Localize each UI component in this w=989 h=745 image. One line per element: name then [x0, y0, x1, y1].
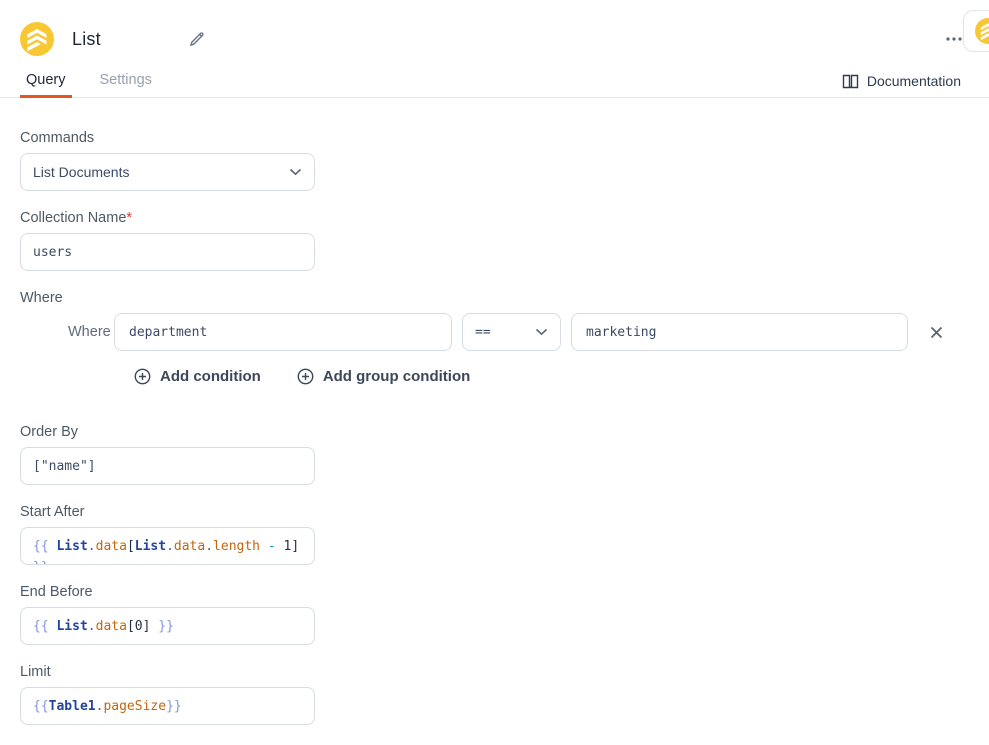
plus-circle-icon — [297, 368, 314, 385]
query-title: List — [72, 29, 101, 50]
edit-name-icon[interactable] — [189, 31, 205, 47]
add-condition-label: Add condition — [160, 368, 261, 385]
where-operator-select[interactable]: == — [462, 313, 561, 351]
datasource-plugin-button[interactable] — [963, 10, 989, 52]
add-group-condition-button[interactable]: Add group condition — [297, 368, 470, 385]
order-by-label: Order By — [20, 425, 969, 440]
delete-condition-icon[interactable] — [926, 322, 947, 343]
end-before-code-input[interactable]: {{ List.data[0] }} — [20, 607, 315, 645]
commands-selected-value: List Documents — [33, 164, 129, 180]
where-row-label: Where — [68, 324, 106, 340]
documentation-link[interactable]: Documentation — [842, 73, 969, 97]
chevron-down-icon — [535, 328, 548, 336]
collection-name-label-text: Collection Name — [20, 210, 126, 226]
collection-name-input[interactable] — [20, 233, 315, 271]
query-header: List — [0, 0, 989, 62]
plus-circle-icon — [134, 368, 151, 385]
tab-settings[interactable]: Settings — [94, 72, 158, 97]
end-before-label: End Before — [20, 585, 969, 600]
start-after-label: Start After — [20, 505, 969, 520]
where-operator-value: == — [475, 325, 491, 340]
documentation-label: Documentation — [867, 73, 961, 89]
chevron-down-icon — [289, 168, 302, 176]
where-field-input[interactable] — [114, 313, 452, 351]
query-form: Commands List Documents Collection Name*… — [0, 98, 989, 725]
commands-select[interactable]: List Documents — [20, 153, 315, 191]
book-icon — [842, 74, 859, 89]
order-by-input[interactable] — [20, 447, 315, 485]
where-section-label: Where — [20, 291, 969, 306]
condition-actions-row: Add condition Add group condition — [134, 368, 969, 385]
tab-bar: Query Settings Documentation — [0, 62, 989, 98]
where-value-input[interactable] — [571, 313, 908, 351]
commands-label: Commands — [20, 131, 969, 146]
add-group-condition-label: Add group condition — [323, 368, 470, 385]
start-after-code-input[interactable]: {{ List.data[List.data.length - 1] }} — [20, 527, 315, 565]
collection-name-label: Collection Name* — [20, 211, 969, 226]
firestore-logo-icon — [20, 22, 54, 56]
limit-label: Limit — [20, 665, 969, 680]
where-condition-row: Where == — [68, 313, 969, 351]
required-asterisk: * — [126, 210, 132, 226]
add-condition-button[interactable]: Add condition — [134, 368, 261, 385]
tab-query[interactable]: Query — [20, 72, 72, 97]
limit-code-input[interactable]: {{Table1.pageSize}} — [20, 687, 315, 725]
